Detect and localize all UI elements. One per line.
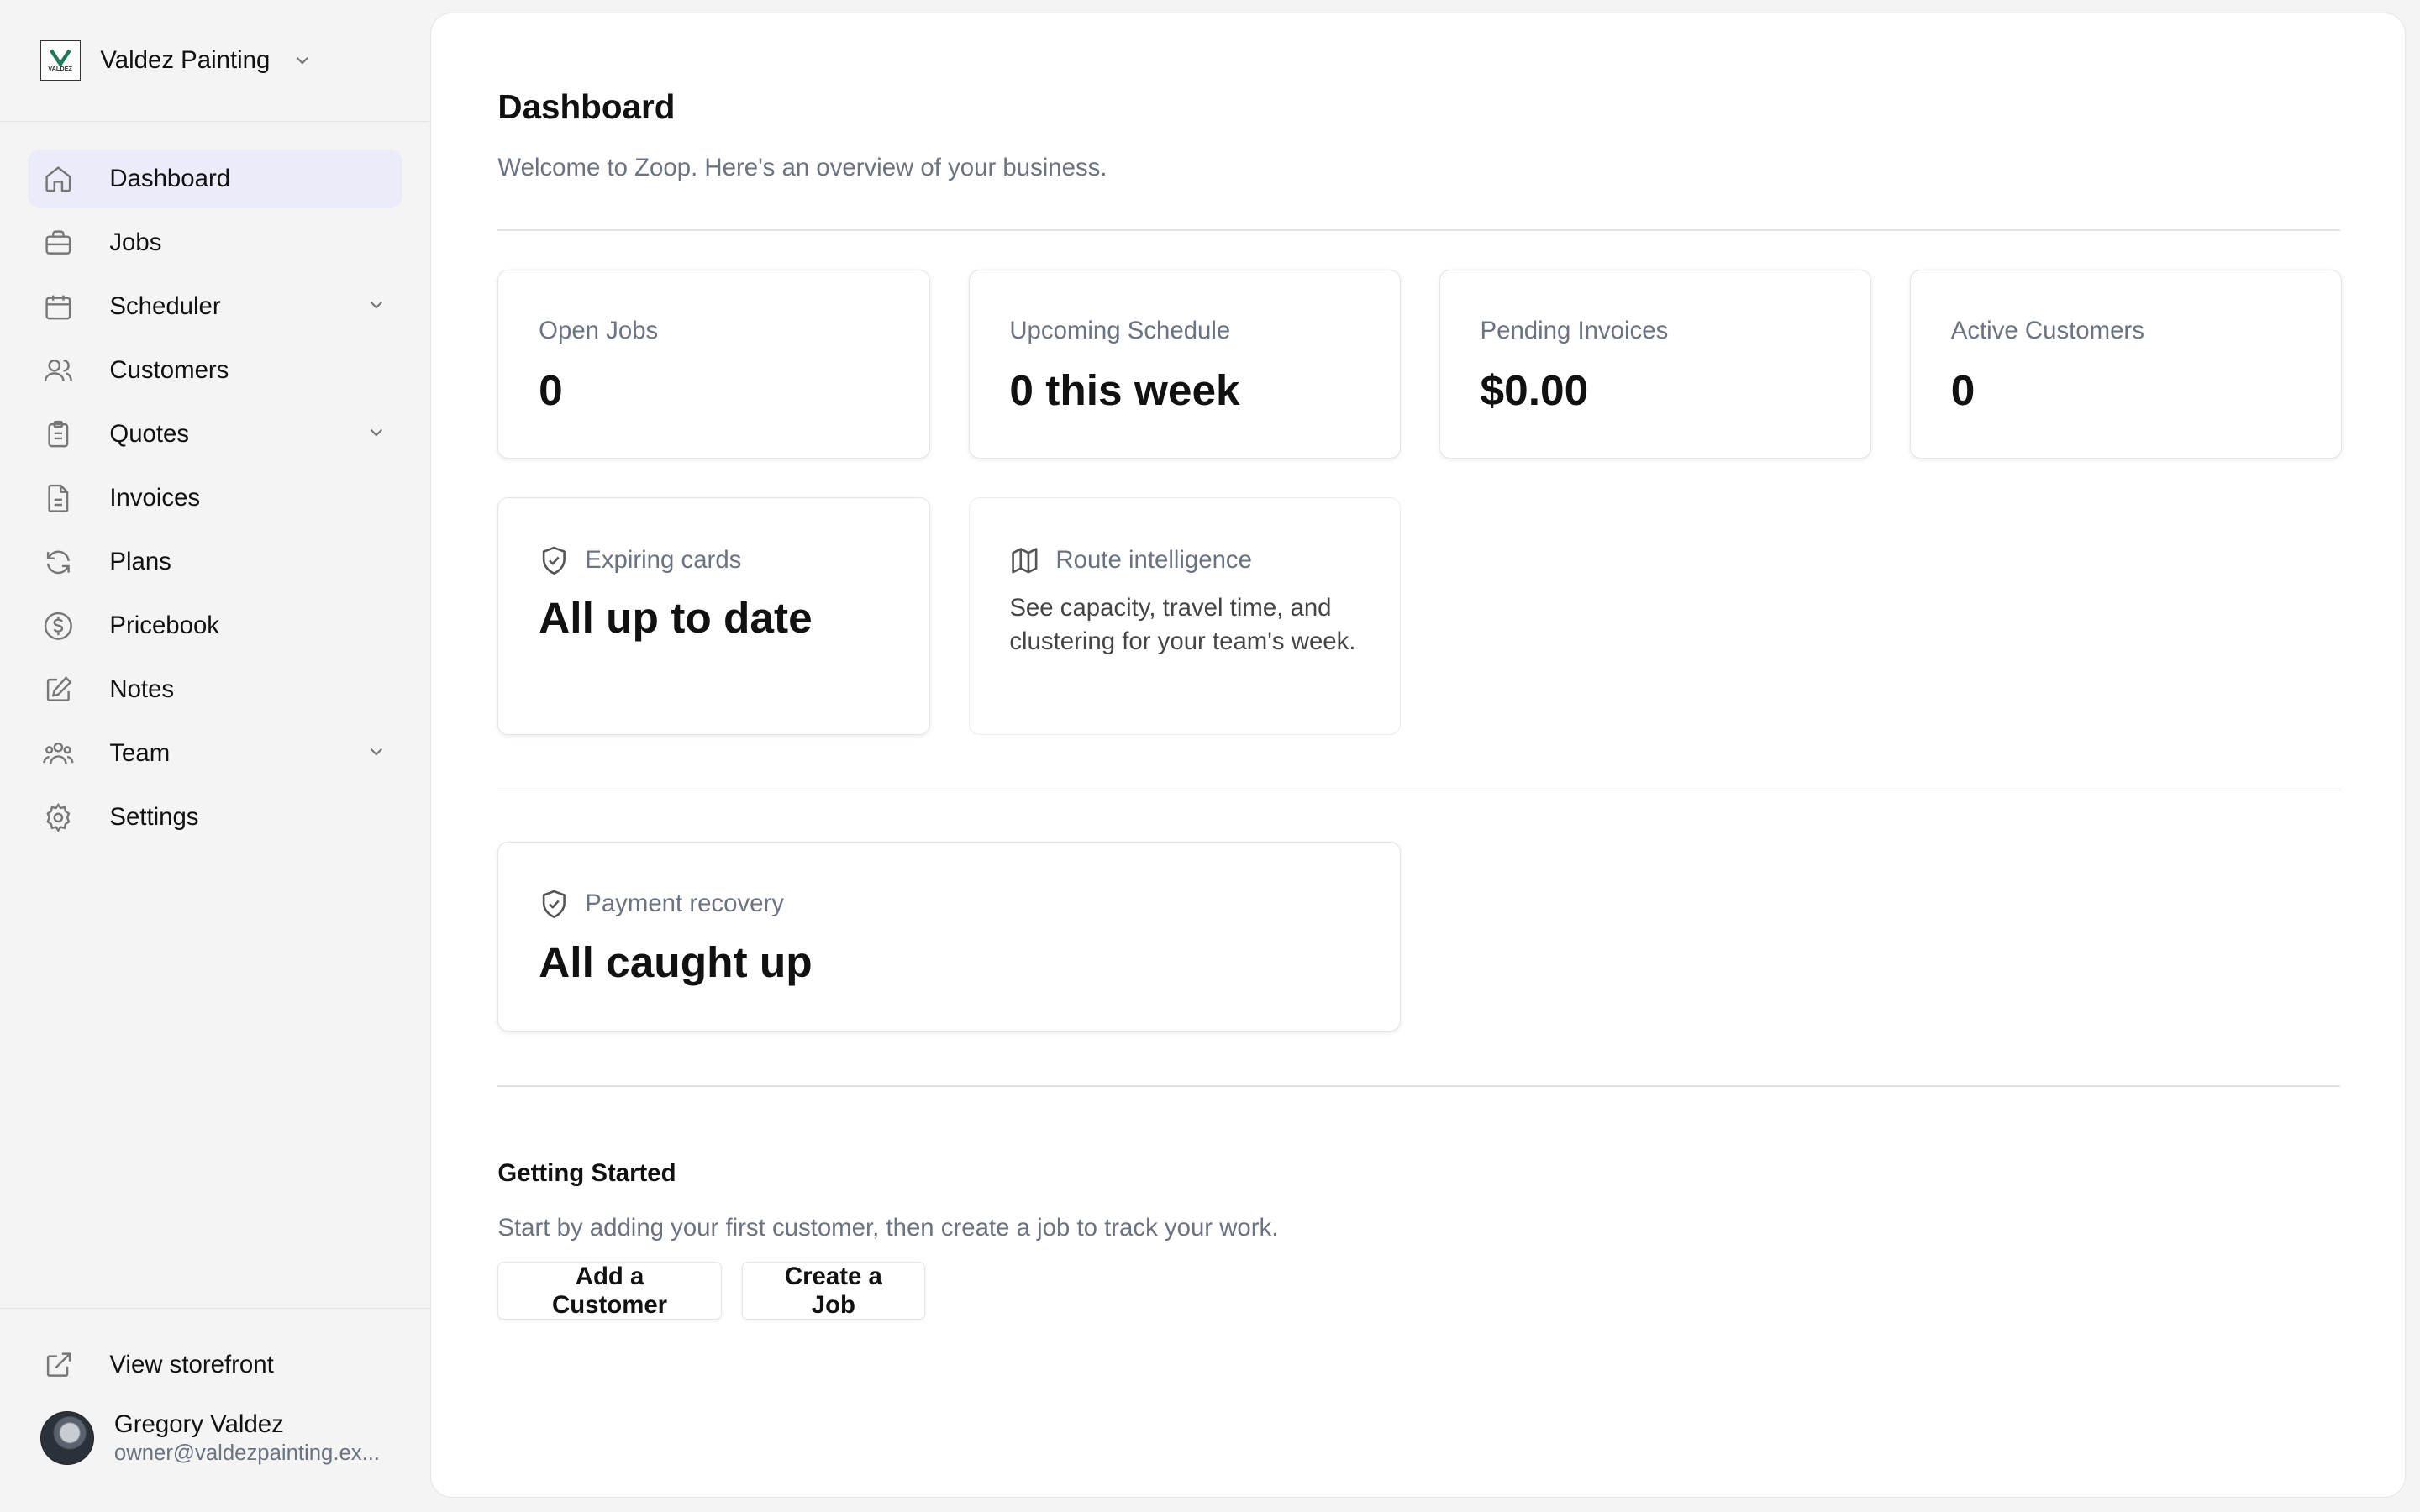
divider [497,228,2341,231]
stat-label: Open Jobs [539,316,659,344]
sidebar: VALDEZ Valdez Painting Dashboard Jobs Sc… [0,0,429,1512]
team-icon [43,738,74,769]
sidebar-item-label: Team [109,739,171,768]
shield-check-icon [542,890,566,919]
refresh-icon [43,547,74,578]
payment-recovery-label: Payment recovery [585,890,784,918]
divider [497,1085,2341,1088]
sidebar-item-dashboard[interactable]: Dashboard [28,150,403,208]
calendar-icon [43,291,74,323]
workspace-logo-text: VALDEZ [48,65,73,73]
stat-value: 0 [1950,365,1975,414]
chevron-down-icon[interactable] [366,422,387,444]
create-job-button[interactable]: Create a Job [741,1261,926,1320]
stat-value: 0 [539,365,563,414]
page-subtitle: Welcome to Zoop. Here's an overview of y… [497,153,1107,181]
sidebar-item-customers[interactable]: Customers [28,341,402,400]
external-link-icon [43,1350,74,1381]
sidebar-item-pricebook[interactable]: Pricebook [28,596,402,655]
page-title: Dashboard [497,87,676,126]
stat-card-upcoming-schedule[interactable]: Upcoming Schedule 0 this week [968,269,1401,459]
sidebar-item-label: Scheduler [109,292,221,321]
user-menu[interactable]: Gregory Valdez owner@valdezpainting.ex..… [0,1410,429,1467]
sidebar-item-label: Invoices [109,484,201,512]
expiring-cards-value: All up to date [539,593,813,643]
stat-value: $0.00 [1480,365,1589,414]
chevron-down-icon[interactable] [366,294,387,316]
sidebar-footer: View storefront Gregory Valdez owner@val… [0,1307,429,1512]
sidebar-item-label: Dashboard [109,165,231,193]
sidebar-item-label: Notes [109,675,175,704]
route-intelligence-label: Route intelligence [1055,545,1252,574]
workspace-logo: VALDEZ [39,40,81,81]
getting-started-description: Start by adding your first customer, the… [497,1213,1279,1242]
sidebar-item-quotes[interactable]: Quotes [28,405,402,464]
home-icon [43,164,74,195]
payment-recovery-value: All caught up [539,937,813,987]
avatar [39,1410,95,1466]
view-storefront-link[interactable]: View storefront [28,1336,402,1395]
clipboard-icon [43,419,74,450]
stat-card-pending-invoices[interactable]: Pending Invoices $0.00 [1439,269,1872,459]
stat-card-active-customers[interactable]: Active Customers 0 [1909,269,2343,459]
chevron-down-icon [292,50,313,71]
stat-card-open-jobs[interactable]: Open Jobs 0 [497,269,930,459]
route-intelligence-card[interactable]: Route intelligence See capacity, travel … [968,497,1401,736]
stat-label: Pending Invoices [1480,316,1669,344]
shield-check-icon [542,546,566,575]
edit-icon [43,675,74,706]
route-intelligence-description: See capacity, travel time, and clusterin… [1009,593,1356,655]
stat-label: Active Customers [1950,316,2144,344]
sidebar-item-team[interactable]: Team [28,724,402,783]
stat-label: Upcoming Schedule [1009,316,1231,344]
add-customer-button[interactable]: Add a Customer [497,1261,722,1320]
sidebar-item-scheduler[interactable]: Scheduler [28,277,402,336]
divider [497,789,2341,791]
sidebar-item-label: Jobs [109,228,162,257]
stat-value: 0 this week [1009,365,1240,414]
sidebar-item-label: Pricebook [109,612,219,640]
sidebar-item-label: Customers [109,356,229,385]
users-icon [43,355,74,386]
main-panel: Dashboard Welcome to Zoop. Here's an ove… [430,12,2407,1499]
sidebar-item-invoices[interactable]: Invoices [28,469,402,528]
sidebar-item-plans[interactable]: Plans [28,533,402,591]
file-text-icon [43,483,74,514]
expiring-cards-label: Expiring cards [585,545,742,574]
sidebar-item-jobs[interactable]: Jobs [28,213,402,272]
chevron-down-icon[interactable] [366,741,387,763]
payment-recovery-card[interactable]: Payment recovery All caught up [497,841,1401,1032]
dollar-circle-icon [43,611,74,642]
sidebar-item-label: Plans [109,548,171,576]
sidebar-item-settings[interactable]: Settings [28,788,402,847]
workspace-name: Valdez Painting [100,46,271,75]
briefcase-icon [43,228,74,259]
sidebar-item-notes[interactable]: Notes [28,660,402,719]
expiring-cards-card[interactable]: Expiring cards All up to date [497,497,930,736]
sidebar-item-label: Quotes [109,420,190,449]
gear-icon [43,802,74,833]
workspace-switcher[interactable]: VALDEZ Valdez Painting [0,0,429,123]
view-storefront-label: View storefront [109,1351,274,1379]
user-name: Gregory Valdez [113,1410,284,1438]
user-email: owner@valdezpainting.ex... [113,1441,381,1466]
sidebar-item-label: Settings [109,803,199,832]
getting-started-title: Getting Started [497,1159,676,1188]
map-icon [1012,547,1038,573]
sidebar-nav: Dashboard Jobs Scheduler Customers Quote… [0,122,429,847]
